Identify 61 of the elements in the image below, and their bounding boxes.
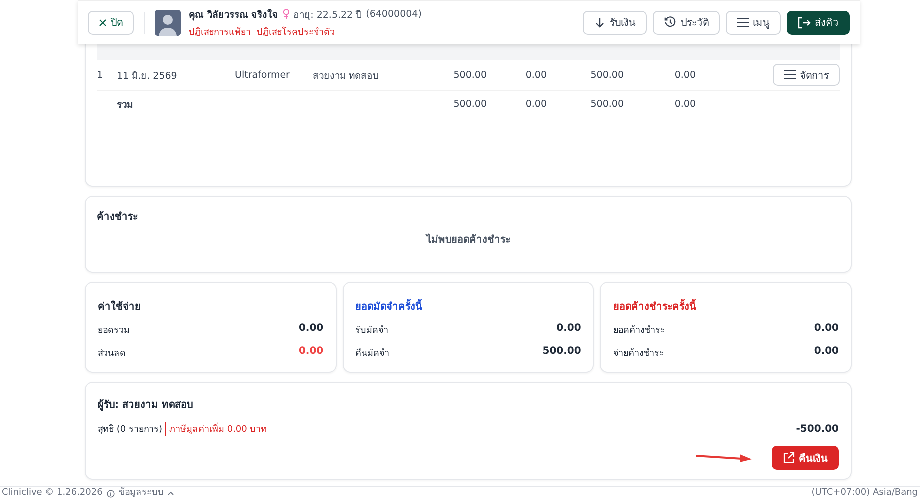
close-icon bbox=[99, 18, 107, 26]
alert-text: ปฏิเสธการแพ้ยา bbox=[189, 26, 251, 38]
card-title: ค่าใช้จ่าย bbox=[98, 300, 141, 314]
table-cell-text: 0.00 bbox=[524, 99, 547, 110]
total-label: รวม bbox=[117, 99, 134, 112]
net-value: -500.00 bbox=[796, 424, 839, 434]
close-button[interactable]: ปิด bbox=[88, 10, 134, 34]
table-cell-text: 0.00 bbox=[674, 99, 696, 110]
share-icon bbox=[783, 452, 795, 464]
menu-icon bbox=[737, 18, 749, 28]
card-title: ค้างชำระ bbox=[97, 210, 138, 224]
manage-button[interactable]: จัดการ bbox=[773, 64, 840, 86]
summary-value: 0.00 bbox=[298, 346, 324, 359]
card-title: ยอดค้างชำระครั้งนี้ bbox=[613, 299, 696, 314]
patient-id: (64000004) bbox=[366, 8, 422, 20]
patient-name: คุณ วิลัยวรรณ จริงใจ bbox=[189, 8, 279, 22]
sign-out-icon bbox=[798, 16, 811, 28]
summary-value: 0.00 bbox=[814, 323, 839, 336]
menu-icon bbox=[784, 70, 796, 80]
table-cell-text: 1 bbox=[97, 70, 104, 80]
send-button[interactable]: ส่งคิว bbox=[787, 10, 850, 34]
info-icon bbox=[106, 490, 115, 498]
download-icon bbox=[594, 16, 606, 28]
avatar-icon bbox=[155, 10, 181, 36]
chevron-up-icon bbox=[168, 491, 174, 496]
net-label: สุทธิ (0 รายการ) bbox=[98, 424, 162, 436]
table-cell-text: 500.00 bbox=[590, 70, 624, 80]
summary-label: ยอดรวม bbox=[98, 325, 130, 337]
card-title: ยอดมัดจำครั้งนี้ bbox=[356, 299, 423, 314]
summary-value: 0.00 bbox=[298, 323, 324, 336]
version-text: Cliniclive © 1.26.2026 bbox=[2, 488, 103, 499]
summary-value: 500.00 bbox=[542, 346, 582, 359]
menu-button[interactable]: เมนู bbox=[726, 10, 781, 34]
receive-button[interactable]: รับเงิน bbox=[583, 10, 647, 34]
arrow-icon bbox=[696, 453, 752, 463]
table-cell-text: 11 มิ.ย. 2569 bbox=[117, 70, 178, 82]
patient-age: อายุ: 22.5.22 ปี bbox=[294, 8, 362, 22]
summary-value: 0.00 bbox=[556, 323, 582, 336]
table-cell-text: 500.00 bbox=[590, 99, 624, 110]
refund-button[interactable]: คืนเงิน bbox=[772, 446, 839, 470]
table-cell-text: สวยงาม ทดสอบ bbox=[313, 70, 380, 82]
summary-label: รับมัดจำ bbox=[356, 324, 389, 337]
summary-label: จ่ายค้างชำระ bbox=[613, 348, 664, 360]
empty-message: ไม่พบยอดค้างชำระ bbox=[426, 232, 510, 247]
female-icon bbox=[282, 9, 290, 19]
table-cell-text: 0.00 bbox=[674, 70, 696, 80]
timezone-text: (UTC+07:00) Asia/Bang bbox=[812, 488, 918, 499]
table-cell-text: 500.00 bbox=[452, 70, 487, 80]
vat-text: ภาษีมูลค่าเพิ่ม 0.00 บาท bbox=[165, 422, 268, 436]
table-cell-text: 500.00 bbox=[452, 99, 487, 110]
alert-text: ปฏิเสธโรคประจำตัว bbox=[257, 26, 335, 38]
summary-label: ยอดค้างชำระ bbox=[613, 324, 666, 337]
summary-label: คืนมัดจำ bbox=[356, 348, 390, 360]
summary-value: 0.00 bbox=[814, 346, 839, 359]
summary-label: ส่วนลด bbox=[98, 348, 126, 360]
table-cell-text: Ultraformer bbox=[235, 70, 291, 80]
history-icon bbox=[664, 16, 677, 29]
system-info-link[interactable]: ข้อมูลระบบ bbox=[118, 488, 164, 499]
recipient-title: ผู้รับ: สวยงาม ทดสอบ bbox=[98, 398, 193, 412]
table-cell-text: 0.00 bbox=[524, 70, 547, 80]
history-button[interactable]: ประวัติ bbox=[653, 10, 720, 34]
